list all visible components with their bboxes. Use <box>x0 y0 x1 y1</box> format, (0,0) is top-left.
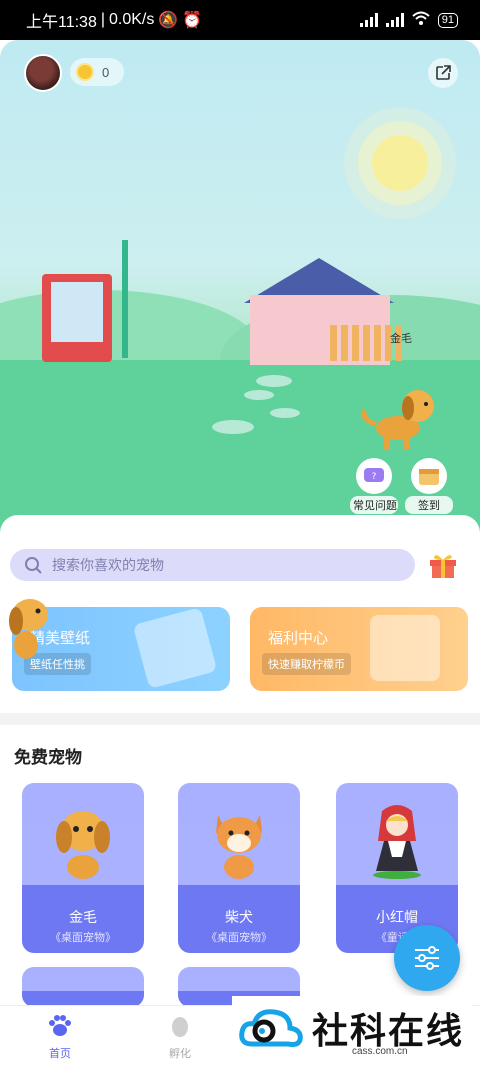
section-divider <box>0 713 480 725</box>
gift-box-illustration <box>370 615 440 681</box>
gift-icon[interactable] <box>428 551 458 579</box>
search-placeholder: 搜索你喜欢的宠物 <box>52 557 164 573</box>
battery-icon: 91 <box>437 12 458 28</box>
pet-name: 柴犬 <box>225 909 253 925</box>
site-watermark: 社科在线 cass.com.cn <box>232 996 472 1062</box>
windmill-illustration <box>122 240 128 358</box>
share-icon <box>436 65 451 80</box>
status-bar: 上午11:38 | 0.0K/s 🔕 ⏰ 91 <box>0 0 480 40</box>
vending-machine-illustration <box>42 274 112 362</box>
pet-name: 小红帽 <box>376 909 418 925</box>
faq-label: 常见问题 <box>350 496 398 514</box>
search-bar[interactable]: 搜索你喜欢的宠物 <box>10 549 415 581</box>
pet-name: 金毛 <box>69 909 97 925</box>
svg-text:?: ? <box>372 472 377 482</box>
coin-icon <box>76 63 94 81</box>
stepping-stone <box>244 390 274 400</box>
welfare-title: 福利中心 <box>268 630 329 647</box>
status-network-speed: 0.0K/s <box>109 11 155 28</box>
pet-tag: 《桌面宠物》 <box>50 932 116 944</box>
coin-balance[interactable]: 0 <box>70 58 124 86</box>
nav-hatch-label: 孵化 <box>169 1048 191 1060</box>
filter-button[interactable] <box>394 925 460 991</box>
paw-icon <box>49 1015 71 1036</box>
signin-label: 签到 <box>405 496 453 514</box>
stepping-stone <box>270 408 300 418</box>
red-riding-hood-image <box>373 805 421 879</box>
user-avatar[interactable] <box>24 54 62 92</box>
welfare-subtitle: 快速赚取柠檬币 <box>262 653 351 675</box>
share-button[interactable] <box>428 58 458 88</box>
scene-pet-label: 金毛 <box>390 333 412 345</box>
stepping-stone <box>256 375 292 387</box>
welfare-banner[interactable]: 福利中心 快速赚取柠檬币 <box>250 607 468 691</box>
golden-retriever-image <box>56 811 110 879</box>
alarm-icon: ⏰ <box>182 12 203 29</box>
signal-icon <box>359 13 378 27</box>
floating-dog-pet[interactable] <box>0 585 62 665</box>
nav-home[interactable]: 首页 <box>30 1014 90 1061</box>
faq-icon: ? <box>356 458 392 494</box>
shiba-inu-image <box>216 815 262 879</box>
pet-card-golden[interactable]: 金毛 《桌面宠物》 <box>22 783 144 953</box>
egg-icon <box>172 1017 188 1037</box>
signin-button[interactable]: 签到 <box>405 458 453 514</box>
main-content: 搜索你喜欢的宠物 精美壁纸 壁纸任性挑 福利中心 快速赚取柠檬币 免费宠物 金毛… <box>0 515 480 1007</box>
pet-scene[interactable]: 金毛 0 ? 常见问题 签到 <box>0 40 480 540</box>
cloud-logo-icon <box>239 1009 303 1047</box>
status-time: 上午11:38 <box>26 14 97 31</box>
calendar-icon <box>411 458 447 494</box>
signal-2-icon <box>385 13 404 27</box>
pet-card-shiba[interactable]: 柴犬 《桌面宠物》 <box>178 783 300 953</box>
free-pets-title: 免费宠物 <box>14 748 82 767</box>
search-icon <box>25 557 42 574</box>
status-separator: | <box>100 11 106 28</box>
sun-illustration <box>372 135 428 191</box>
nav-home-label: 首页 <box>49 1048 71 1060</box>
watermark-url: cass.com.cn <box>352 1046 408 1057</box>
golden-retriever-pet[interactable] <box>360 380 440 452</box>
nav-hatch[interactable]: 孵化 <box>150 1014 210 1061</box>
sliders-icon <box>415 946 439 970</box>
mute-icon: 🔕 <box>158 12 179 29</box>
wallpaper-illustration <box>132 607 218 689</box>
stepping-stone <box>212 420 254 434</box>
pet-card-row2[interactable] <box>22 967 144 1007</box>
wifi-icon <box>412 11 430 30</box>
coin-count: 0 <box>102 64 110 80</box>
pet-tag: 《桌面宠物》 <box>206 932 272 944</box>
faq-button[interactable]: ? 常见问题 <box>350 458 398 514</box>
